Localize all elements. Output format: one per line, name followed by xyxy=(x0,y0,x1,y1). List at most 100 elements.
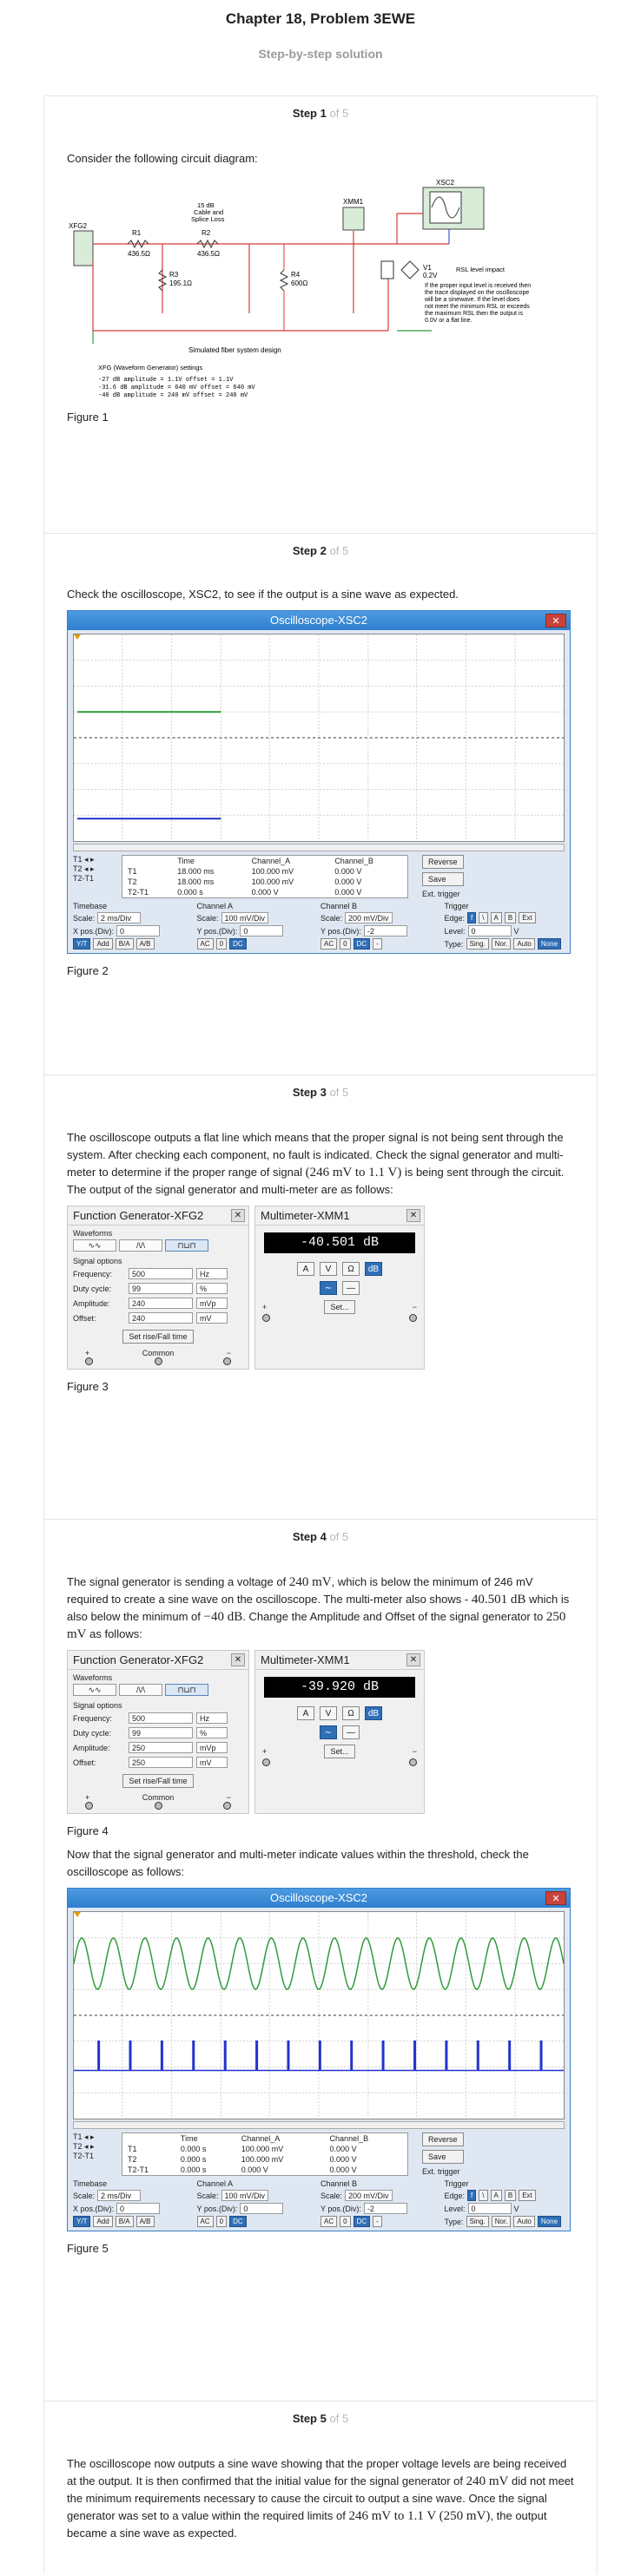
svg-text:R3: R3 xyxy=(169,271,179,279)
svg-text:R2: R2 xyxy=(202,229,211,237)
common-terminal-icon[interactable] xyxy=(154,1802,162,1810)
instrument-panels: Function Generator-XFG2 ✕ Waveforms ∿∿/\/… xyxy=(67,1206,574,1370)
close-icon[interactable]: ✕ xyxy=(545,614,566,628)
minus-terminal-icon[interactable] xyxy=(409,1758,417,1766)
ac-mode-icon[interactable]: ∼ xyxy=(320,1281,337,1295)
scope-grid xyxy=(74,634,564,841)
duty-cycle-field[interactable]: 99 xyxy=(129,1283,193,1294)
voltage-source-icon: V1 0.2V xyxy=(380,260,438,279)
window-title: Oscilloscope-XSC2 ✕ xyxy=(68,1889,570,1908)
frequency-field[interactable]: 500 xyxy=(129,1268,193,1279)
svg-text:Splice Loss: Splice Loss xyxy=(191,215,225,223)
plus-terminal-icon[interactable] xyxy=(85,1357,93,1365)
step-heading: Step 2 of 5 xyxy=(292,544,349,557)
ac-mode-icon[interactable]: ∼ xyxy=(320,1725,337,1739)
close-icon[interactable]: ✕ xyxy=(406,1653,420,1666)
trigger-level-field[interactable]: 0 xyxy=(467,925,512,936)
figure-caption: Figure 3 xyxy=(67,1380,109,1393)
figure-caption: Figure 4 xyxy=(67,1824,109,1837)
channel-b-ypos-field[interactable]: -2 xyxy=(363,925,407,936)
set-rise-fall-button[interactable]: Set rise/Fall time xyxy=(122,1774,194,1788)
step-heading: Step 1 of 5 xyxy=(292,107,349,120)
reverse-button[interactable]: Reverse xyxy=(422,2132,464,2146)
svg-text:-27 dB amplitude = 1.1V: -27 dB amplitude = 1.1V offset = 1.1V xyxy=(98,377,234,384)
cursor-arrows[interactable]: T1 ◂ ▸ T2 ◂ ▸ T2-T1 xyxy=(73,855,122,898)
function-generator-icon: XFG2 xyxy=(69,222,94,266)
trigger-level-field[interactable]: 0 xyxy=(467,2203,512,2214)
common-terminal-icon[interactable] xyxy=(154,1357,162,1365)
sine-wave-button[interactable]: ∿∿ xyxy=(73,1239,116,1252)
timebase-group: Timebase Scale: 2 ms/Div X pos.(Div): 0 Y/… xyxy=(73,902,194,950)
minus-terminal-icon[interactable] xyxy=(223,1357,231,1365)
svg-text:600Ω: 600Ω xyxy=(291,279,307,287)
set-rise-fall-button[interactable]: Set rise/Fall time xyxy=(122,1330,194,1344)
duty-cycle-field[interactable]: 99 xyxy=(129,1727,193,1738)
svg-text:If the proper input level is r: If the proper input level is received th… xyxy=(425,283,531,289)
offset-field[interactable]: 250 xyxy=(129,1757,193,1768)
cursor-arrows[interactable]: T1 ◂ ▸ T2 ◂ ▸ T2-T1 xyxy=(73,2132,122,2176)
plus-terminal-icon[interactable] xyxy=(262,1314,270,1322)
close-icon[interactable]: ✕ xyxy=(231,1653,245,1666)
readout-panel: T1 ◂ ▸ T2 ◂ ▸ T2-T1 Time Channel_A Channel_B… xyxy=(73,2132,565,2176)
svg-text:the maximum RSL then the outpu: the maximum RSL then the output is xyxy=(425,311,523,317)
set-button[interactable]: Set... xyxy=(324,1745,355,1758)
channel-a-scale-field[interactable]: 100 mV/Div xyxy=(221,912,269,923)
svg-text:R1: R1 xyxy=(132,229,142,237)
square-wave-button[interactable]: ⊓⊔⊓ xyxy=(165,1239,208,1252)
oscilloscope-icon: XSC2 xyxy=(422,179,485,230)
scope-scrollbar[interactable] xyxy=(73,844,565,851)
minus-terminal-icon[interactable] xyxy=(409,1314,417,1322)
set-button[interactable]: Set... xyxy=(324,1300,355,1314)
svg-text:-31.6 dB amplitude = 640 mV: -31.6 dB amplitude = 640 mV offset = 640… xyxy=(98,384,255,391)
plus-terminal-icon[interactable] xyxy=(85,1802,93,1810)
close-icon[interactable]: ✕ xyxy=(545,1891,566,1905)
offset-field[interactable]: 240 xyxy=(129,1312,193,1324)
channel-a-scale-field[interactable]: 100 mV/Div xyxy=(221,2190,269,2201)
frequency-field[interactable]: 500 xyxy=(129,1712,193,1724)
design-label: Simulated fiber system design xyxy=(188,346,281,354)
save-button[interactable]: Save xyxy=(422,872,464,886)
channel-b-scale-field[interactable]: 200 mV/Div xyxy=(345,2190,393,2201)
table-row: T2-T1 0.000 s 0.000 V 0.000 V xyxy=(128,2165,357,2175)
multimeter-icon: XMM1 xyxy=(342,198,365,231)
triangle-wave-button[interactable]: /\/\ xyxy=(119,1239,162,1252)
multimeter-window: Multimeter-XMM1 ✕ -40.501 dB A V ΩdB ∼ — + Se… xyxy=(254,1206,425,1370)
page-header: Chapter 18, Problem 3EWE Step-by-step so… xyxy=(0,0,641,61)
step-heading: Step 5 of 5 xyxy=(292,2412,349,2425)
close-icon[interactable]: ✕ xyxy=(231,1209,245,1222)
step-heading: Step 4 of 5 xyxy=(292,1530,349,1543)
figure-caption: Figure 1 xyxy=(67,411,109,424)
svg-text:XMM1: XMM1 xyxy=(343,198,364,206)
channel-a-ypos-field[interactable]: 0 xyxy=(240,925,284,936)
scope-scrollbar[interactable] xyxy=(73,2121,565,2129)
circuit-diagram: XFG2 R1 436.5Ω R2 436.5Ω R3 195.1Ω R4 60… xyxy=(69,179,531,399)
channel-b-ypos-field[interactable]: -2 xyxy=(363,2203,407,2214)
channel-a-ypos-field[interactable]: 0 xyxy=(240,2203,284,2214)
scope-grid xyxy=(73,1912,565,2119)
channel-b-scale-field[interactable]: 200 mV/Div xyxy=(345,912,393,923)
timebase-scale-field[interactable]: 2 ms/Div xyxy=(97,2190,142,2201)
amplitude-field[interactable]: 240 xyxy=(129,1298,193,1309)
table-row: T2 18.000 ms 100.000 mV 0.000 V xyxy=(128,877,362,887)
close-icon[interactable]: ✕ xyxy=(406,1209,420,1222)
square-wave-button[interactable]: ⊓⊔⊓ xyxy=(165,1684,208,1696)
sine-wave-button[interactable]: ∿∿ xyxy=(73,1684,116,1696)
amplitude-field[interactable]: 250 xyxy=(129,1742,193,1753)
channel-b-trace xyxy=(74,2040,564,2072)
step-text: Check the oscilloscope, XSC2, to see if … xyxy=(67,588,459,601)
step-text: The signal generator is sending a voltag… xyxy=(67,1575,570,1641)
dc-mode-icon[interactable]: — xyxy=(342,1725,360,1739)
page-title: Chapter 18, Problem 3EWE xyxy=(225,10,416,27)
dc-mode-icon[interactable]: — xyxy=(342,1281,360,1295)
x-pos-field[interactable]: 0 xyxy=(116,925,161,936)
save-button[interactable]: Save xyxy=(422,2150,464,2164)
triangle-wave-button[interactable]: /\/\ xyxy=(119,1684,162,1696)
table-row: T1 18.000 ms 100.000 mV 0.000 V xyxy=(128,866,362,876)
x-pos-field[interactable]: 0 xyxy=(116,2203,161,2214)
reverse-button[interactable]: Reverse xyxy=(422,855,464,869)
minus-terminal-icon[interactable] xyxy=(223,1802,231,1810)
timebase-scale-field[interactable]: 2 ms/Div xyxy=(97,912,142,923)
channel-a-group: Channel A Scale: 100 mV/Div Y pos.(Div): 0… xyxy=(196,902,318,950)
plus-terminal-icon[interactable] xyxy=(262,1758,270,1766)
svg-text:not meet the minimum RSL or ex: not meet the minimum RSL or exceeds xyxy=(425,304,530,310)
